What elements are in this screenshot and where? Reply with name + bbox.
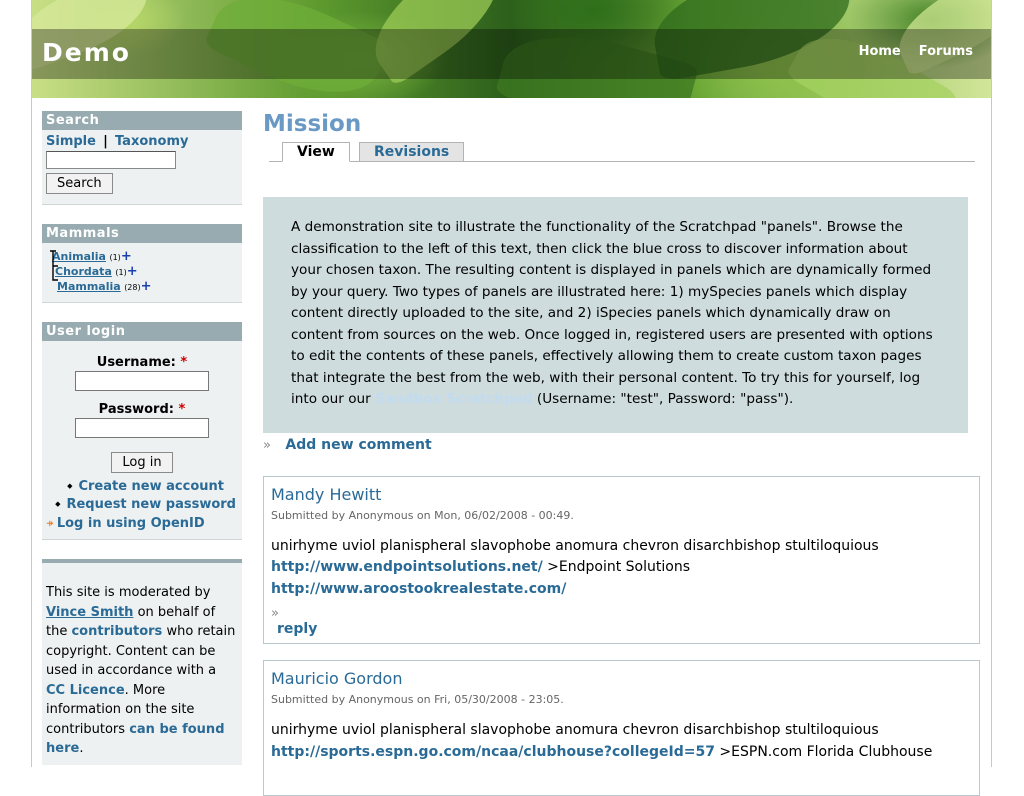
login-button[interactable]: Log in: [111, 452, 173, 473]
username-label: Username: *: [96, 355, 188, 370]
tree-lines-icon: [50, 250, 58, 281]
tree-item-animalia: Animalia (1)+: [52, 249, 238, 264]
username-field[interactable]: [75, 371, 209, 391]
comment-link-text: >Endpoint Solutions: [542, 559, 690, 575]
tree-link-mammalia[interactable]: Mammalia: [57, 280, 121, 293]
tree-link-animalia[interactable]: Animalia: [52, 250, 106, 263]
mission-text-box: A demonstration site to illustrate the f…: [263, 197, 968, 433]
openid-login: ⍆ Log in using OpenID: [46, 516, 238, 531]
comment-text: unirhyme uviol planispheral slavophobe a…: [271, 537, 879, 554]
comment-link[interactable]: http://www.endpointsolutions.net/: [271, 559, 543, 575]
login-block: User login Username: * Password: * Log i…: [42, 322, 242, 540]
tree-count: (28): [124, 283, 141, 292]
about-text: .: [79, 741, 84, 756]
main-content: Mission View Revisions A demonstration s…: [263, 111, 980, 796]
search-simple-link[interactable]: Simple: [46, 134, 96, 149]
login-links: Create new account Request new password: [46, 479, 238, 512]
openid-icon: ⍆: [46, 516, 54, 531]
search-separator: |: [103, 134, 108, 149]
tree-count: (1): [109, 253, 121, 262]
raquo-icon: »: [263, 437, 271, 453]
create-account-link[interactable]: Create new account: [78, 479, 224, 494]
block-title: Mammals: [42, 224, 242, 243]
expand-plus-icon[interactable]: +: [127, 264, 138, 279]
header-band: [32, 29, 991, 79]
comment-body: unirhyme uviol planispheral slavophobe a…: [271, 720, 972, 763]
comment-submitted: Submitted by Anonymous on Fri, 05/30/200…: [271, 693, 564, 706]
tree-item-chordata: Chordata (1)+: [52, 264, 238, 279]
block-title: User login: [42, 322, 242, 341]
reply-link[interactable]: reply: [271, 621, 317, 637]
password-field[interactable]: [75, 418, 209, 438]
node-links: » Add new comment: [263, 437, 980, 467]
moderator-link[interactable]: Vince Smith: [46, 605, 133, 620]
search-input[interactable]: [46, 151, 176, 169]
tree-link-chordata[interactable]: Chordata: [55, 265, 112, 278]
search-block: Search Simple | Taxonomy Search: [42, 111, 242, 205]
tree-count: (1): [115, 268, 127, 277]
password-label: Password: *: [98, 402, 186, 417]
about-text: This site is moderated by: [46, 585, 211, 600]
primary-nav: Home Forums: [859, 44, 973, 59]
tree-item-mammalia: Mammalia (28)+: [52, 279, 238, 294]
tab-revisions[interactable]: Revisions: [359, 142, 465, 162]
block-title: Search: [42, 111, 242, 130]
comment-title[interactable]: Mandy Hewitt: [271, 485, 972, 504]
comment-submitted: Submitted by Anonymous on Mon, 06/02/200…: [271, 508, 574, 522]
site-name[interactable]: Demo: [42, 38, 131, 67]
comment-link[interactable]: http://www.aroostookrealestate.com/: [271, 581, 566, 597]
cc-licence-link[interactable]: CC Licence: [46, 683, 125, 698]
comment-text: unirhyme uviol planispheral slavophobe a…: [271, 722, 879, 738]
comment: Mauricio Gordon Submitted by Anonymous o…: [263, 660, 980, 796]
mission-text-tail: (Username: "test", Password: "pass").: [532, 391, 794, 407]
comment-link-text: >ESPN.com Florida Clubhouse: [714, 743, 933, 760]
request-password-link[interactable]: Request new password: [66, 497, 236, 512]
tab-bar: View Revisions: [269, 139, 975, 162]
comment-body: unirhyme uviol planispheral slavophobe a…: [271, 536, 972, 601]
expand-plus-icon[interactable]: +: [121, 249, 132, 264]
search-button[interactable]: Search: [46, 173, 113, 194]
page-title: Mission: [263, 111, 362, 137]
tab-view[interactable]: View: [282, 142, 350, 162]
sandbox-scratchpad-link[interactable]: Sandbox Scratchpad: [375, 391, 533, 407]
search-taxonomy-link[interactable]: Taxonomy: [115, 134, 189, 149]
comment-title[interactable]: Mauricio Gordon: [271, 669, 972, 688]
contributors-link[interactable]: contributors: [71, 624, 162, 639]
raquo-icon: »: [271, 606, 279, 621]
nav-home[interactable]: Home: [859, 44, 901, 59]
add-comment-link[interactable]: Add new comment: [285, 437, 431, 453]
nav-forums[interactable]: Forums: [919, 44, 973, 59]
mission-text: A demonstration site to illustrate the f…: [291, 219, 933, 407]
about-block: This site is moderated by Vince Smith on…: [42, 559, 242, 765]
mammals-block: Mammals Animalia (1)+ Chordata (1)+ Mamm…: [42, 224, 242, 303]
comment: Mandy Hewitt Submitted by Anonymous on M…: [263, 475, 980, 644]
comment-link[interactable]: http://sports.espn.go.com/ncaa/clubhouse…: [271, 744, 715, 760]
expand-plus-icon[interactable]: +: [141, 279, 152, 294]
site-header: Demo Home Forums: [32, 0, 991, 98]
taxonomy-tree: Animalia (1)+ Chordata (1)+ Mammalia (28…: [46, 249, 238, 294]
openid-link[interactable]: Log in using OpenID: [57, 516, 205, 531]
left-sidebar: Search Simple | Taxonomy Search Mammals …: [42, 111, 242, 765]
